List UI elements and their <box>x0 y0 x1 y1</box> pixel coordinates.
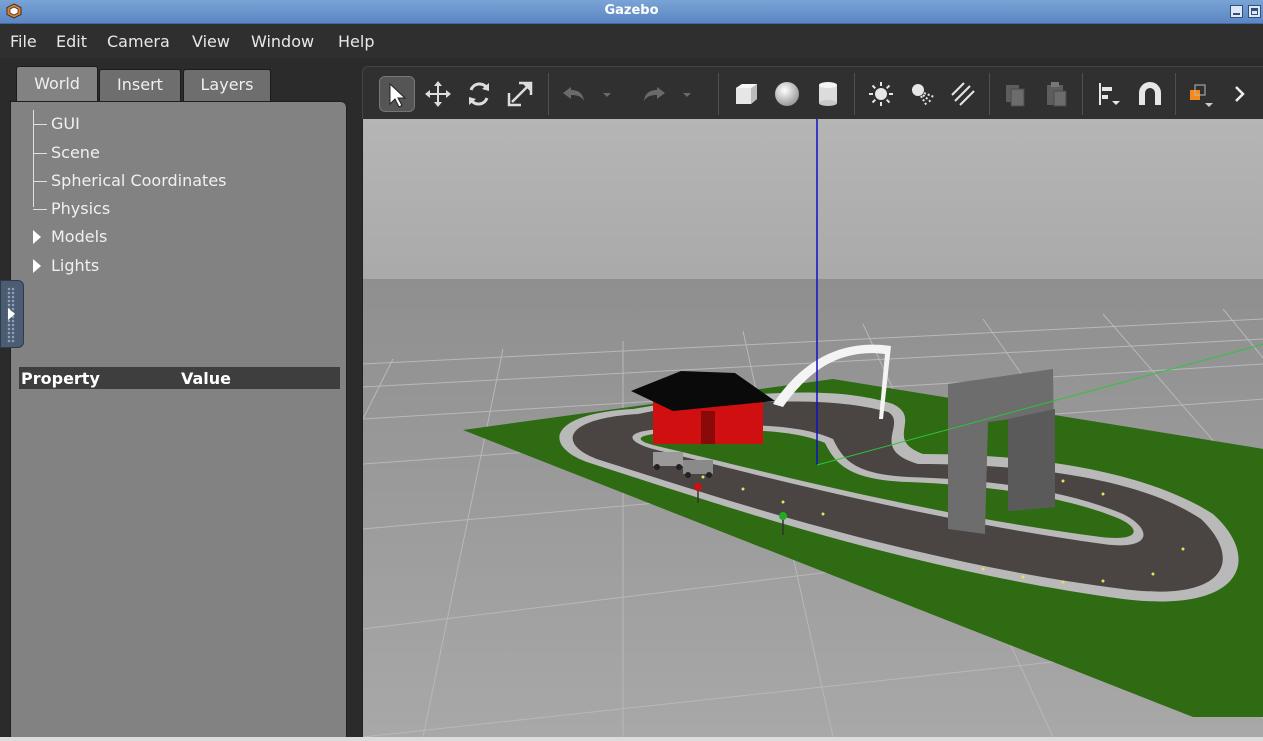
select-mode-icon <box>389 82 407 108</box>
toolbar-separator <box>1082 73 1083 115</box>
translate-mode-button[interactable] <box>420 76 456 112</box>
paste-icon <box>1047 82 1067 107</box>
tab-world[interactable]: World <box>16 66 98 102</box>
undo-icon <box>563 87 584 101</box>
directional-light-button[interactable] <box>945 76 981 112</box>
sky <box>363 119 1263 289</box>
menu-view[interactable]: View <box>192 32 230 51</box>
more-tools-chevron-icon <box>1235 86 1245 102</box>
menu-window[interactable]: Window <box>251 32 314 51</box>
spot-light-button[interactable] <box>904 76 940 112</box>
menu-help[interactable]: Help <box>338 32 374 51</box>
redo-button[interactable] <box>636 76 672 112</box>
box-shape-icon <box>736 84 757 104</box>
align-button[interactable] <box>1091 76 1127 112</box>
undo-history-dropdown-icon <box>603 93 611 97</box>
undo-button[interactable] <box>556 76 592 112</box>
sphere-shape-button[interactable] <box>769 76 805 112</box>
tree-item-gui[interactable]: GUI <box>51 114 80 133</box>
expand-arrow-icon[interactable] <box>33 259 41 273</box>
window-title: Gazebo <box>604 3 659 18</box>
rotate-mode-button[interactable] <box>461 76 497 112</box>
tab-layers[interactable]: Layers <box>183 69 271 101</box>
copy-button[interactable] <box>997 76 1033 112</box>
toolbar-separator <box>989 73 990 115</box>
align-icon <box>1099 83 1120 105</box>
tree-item-spherical-coordinates[interactable]: Spherical Coordinates <box>51 171 227 190</box>
paste-button[interactable] <box>1038 76 1074 112</box>
toolbar-separator <box>854 73 855 115</box>
tree-item-models[interactable]: Models <box>51 227 107 246</box>
redo-history-button[interactable] <box>675 76 697 112</box>
rotate-mode-icon <box>469 82 489 106</box>
toolbar-separator <box>1175 73 1176 115</box>
select-mode-button[interactable] <box>379 76 415 112</box>
tab-insert[interactable]: Insert <box>99 69 181 101</box>
copy-icon <box>1006 85 1025 107</box>
view-angle-icon <box>1190 84 1213 107</box>
menubar: File Edit Camera View Window Help <box>0 24 1263 58</box>
maximize-button[interactable] <box>1248 5 1261 18</box>
tree-branch <box>33 209 47 210</box>
undo-history-button[interactable] <box>595 76 617 112</box>
cylinder-shape-icon <box>819 82 837 106</box>
world-panel: GUI Scene Spherical Coordinates Physics … <box>10 101 347 741</box>
directional-light-icon <box>951 82 975 106</box>
scene-viewport[interactable] <box>362 119 1263 737</box>
value-column-header: Value <box>181 369 232 388</box>
translate-mode-icon <box>425 81 451 107</box>
redo-icon <box>644 87 665 101</box>
cylinder-shape-button[interactable] <box>810 76 846 112</box>
menu-edit[interactable]: Edit <box>56 32 87 51</box>
tree-branch <box>33 124 47 125</box>
tree-item-scene[interactable]: Scene <box>51 143 100 162</box>
status-bar <box>0 737 1263 741</box>
tree-item-lights[interactable]: Lights <box>51 256 99 275</box>
scale-mode-icon <box>507 81 533 107</box>
minimize-button[interactable] <box>1230 5 1243 18</box>
redo-history-dropdown-icon <box>683 93 691 97</box>
menu-camera[interactable]: Camera <box>107 32 170 51</box>
more-tools-button[interactable] <box>1223 76 1253 112</box>
snap-button[interactable] <box>1132 76 1168 112</box>
expand-arrow-icon[interactable] <box>33 230 41 244</box>
properties-table-header: Property Value <box>19 367 340 389</box>
panel-collapse-handle[interactable] <box>0 280 24 348</box>
scale-mode-button[interactable] <box>502 76 538 112</box>
collapse-arrow-icon <box>8 308 15 320</box>
snap-magnet-icon <box>1139 82 1161 105</box>
scene-render <box>363 119 1263 737</box>
toolbar <box>362 66 1263 119</box>
left-panel: World Insert Layers GUI Scene Spherical … <box>10 66 350 741</box>
tree-item-physics[interactable]: Physics <box>51 199 110 218</box>
view-angle-button[interactable] <box>1183 76 1219 112</box>
tree-branch <box>33 181 47 182</box>
point-light-button[interactable] <box>863 76 899 112</box>
property-column-header: Property <box>21 369 100 388</box>
menu-file[interactable]: File <box>10 32 37 51</box>
spot-light-icon <box>912 84 935 107</box>
tree-branch <box>33 153 47 154</box>
sphere-shape-icon <box>775 82 799 106</box>
point-light-icon <box>869 82 893 106</box>
toolbar-separator <box>548 73 549 115</box>
box-shape-button[interactable] <box>728 76 764 112</box>
toolbar-separator <box>718 73 719 115</box>
window-titlebar: Gazebo <box>0 0 1263 24</box>
